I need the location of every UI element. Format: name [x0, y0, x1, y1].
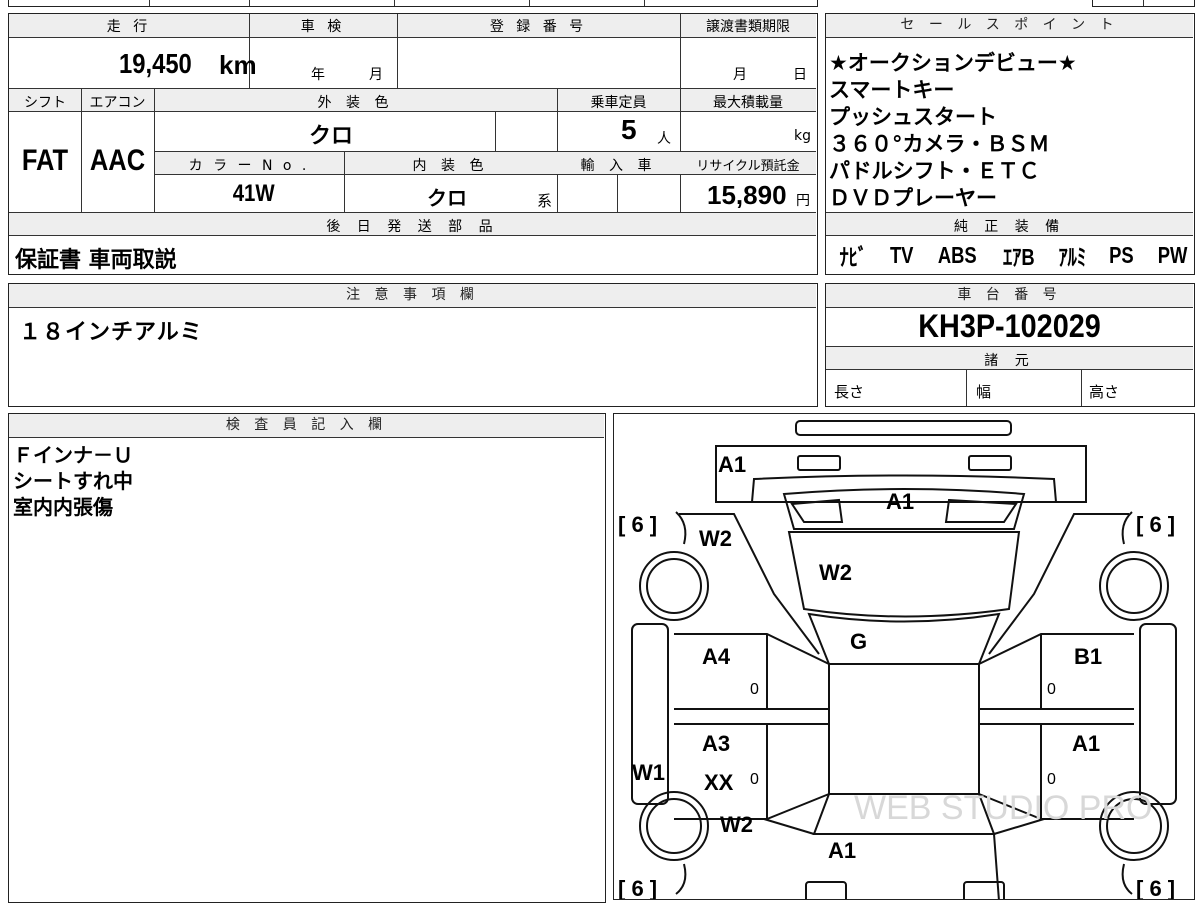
inspector-lines: Ｆインナ－Ｕ シートすれ中 室内内張傷	[13, 442, 133, 520]
maxload-unit: kg	[794, 128, 811, 144]
exterior-value: クロ	[309, 124, 354, 149]
recycle-label: リサイクル預託金	[696, 159, 800, 174]
label-front-bumper: A1	[718, 452, 746, 477]
equipment-item: PW	[1157, 241, 1188, 268]
label-hood: A1	[886, 489, 914, 514]
notes-text: １８インチアルミ	[19, 320, 203, 345]
spec-label: 諸 元	[984, 353, 1035, 369]
equipment-item: ABS	[938, 241, 978, 268]
label-rear-left-window: W2	[720, 812, 753, 837]
registration-label: 登 録 番 号	[489, 19, 588, 35]
sales-line: スマートキー	[829, 78, 955, 102]
door-mark: 0	[1047, 681, 1056, 698]
ac-label: エアコン	[89, 95, 146, 111]
color-no-value: 41W	[232, 180, 275, 207]
interior-suffix: 系	[537, 192, 553, 210]
door-mark: 0	[750, 681, 759, 698]
shift-value: FAT	[21, 144, 69, 177]
equipment-label: 純 正 装 備	[953, 219, 1066, 235]
shift-label: シフト	[24, 95, 66, 111]
tire-rear-right: [ 6 ]	[1136, 876, 1175, 900]
maxload-label: 最大積載量	[713, 95, 783, 111]
chassis-header: 車 台 番 号	[826, 284, 1193, 308]
recycle-unit: 円	[796, 193, 810, 209]
recycle-value: 15,890	[707, 180, 787, 210]
sales-line: ★オークションデビュー★	[829, 51, 1077, 75]
mileage-number: 19,450	[119, 48, 192, 79]
import-label: 輸 入 車	[580, 158, 657, 174]
label-roof: G	[850, 629, 867, 654]
specs-table: 走 行 車 検 登 録 番 号 譲渡書類期限 19,450 km 年 月 月 日…	[8, 13, 818, 275]
later-parts-value: 保証書 車両取説	[15, 248, 177, 273]
tire-rear-left: [ 6 ]	[618, 876, 657, 900]
label-rear-right-door: A1	[1072, 731, 1100, 756]
watermark-text: WEB STUDIO PRO	[854, 789, 1152, 827]
equipment-item: ｱﾙﾐ	[1058, 244, 1087, 270]
sales-line: ＤＶＤプレーヤー	[829, 186, 997, 210]
notes-header: 注 意 事 項 欄	[9, 284, 816, 308]
chassis-section: 車 台 番 号 KH3P-102029 諸 元 長さ 幅 高さ	[825, 283, 1195, 407]
top-strip-right	[1092, 0, 1195, 7]
label-rear-left-door: A3	[702, 731, 730, 756]
exterior-label: 外 装 色	[317, 95, 394, 111]
sales-header: セ ー ル ス ポ イ ン ト	[826, 14, 1193, 38]
label-front-left-door: A4	[702, 644, 731, 669]
ac-value: AAC	[89, 144, 146, 177]
equipment-item: PS	[1109, 241, 1135, 268]
later-parts-label: 後 日 発 送 部 品	[326, 219, 499, 235]
height-label: 高さ	[1089, 383, 1120, 401]
label-left-side-glass: W1	[632, 760, 665, 785]
label-windshield: W2	[819, 560, 852, 585]
capacity-value: 5	[621, 114, 637, 145]
sales-lines: ★オークションデビュー★ スマートキー プッシュスタート ３６０°カメラ・ＢＳＭ…	[829, 50, 1077, 212]
transfer-day: 日	[793, 67, 807, 83]
notes-section: 注 意 事 項 欄 １８インチアルミ	[8, 283, 818, 407]
transfer-label: 譲渡書類期限	[706, 19, 790, 35]
car-diagram: WEB STUDIO PRO A1 A1 W2 W2 G A4 A3 XX W1…	[618, 420, 1177, 900]
interior-value: クロ	[427, 186, 467, 210]
equipment-item: ﾅﾋﾞ	[839, 244, 868, 270]
label-front-left-window: W2	[699, 526, 732, 551]
equipment-item: ｴｱB	[1002, 244, 1035, 270]
inspection-year: 年	[311, 67, 325, 83]
top-strip	[8, 0, 818, 7]
door-mark: 0	[1047, 771, 1056, 788]
inspector-header: 検 査 員 記 入 欄	[9, 414, 604, 438]
sales-line: プッシュスタート	[829, 105, 997, 129]
damage-map: WEB STUDIO PRO A1 A1 W2 W2 G A4 A3 XX W1…	[613, 413, 1195, 900]
mileage-value: 19,450	[119, 48, 205, 80]
inspector-line: シートすれ中	[13, 469, 133, 493]
door-mark: 0	[750, 771, 759, 788]
transfer-month: 月	[733, 67, 747, 83]
tire-front-left: [ 6 ]	[618, 512, 657, 537]
mileage-unit: km	[219, 50, 257, 80]
width-label: 幅	[976, 383, 992, 401]
inspector-section: 検 査 員 記 入 欄 Ｆインナ－Ｕ シートすれ中 室内内張傷	[8, 413, 606, 903]
inspector-line: 室内内張傷	[13, 495, 113, 519]
sales-line: パドルシフト・ＥＴＣ	[829, 159, 1040, 183]
mileage-label: 走 行	[106, 19, 152, 35]
sales-points: セ ー ル ス ポ イ ン ト ★オークションデビュー★ スマートキー プッシュ…	[825, 13, 1195, 275]
equipment-item: TV	[890, 241, 914, 268]
capacity-label: 乗車定員	[590, 95, 647, 111]
tire-front-right: [ 6 ]	[1136, 512, 1175, 537]
length-label: 長さ	[834, 383, 865, 401]
equipment-list: ﾅﾋﾞ TV ABS ｴｱB ｱﾙﾐ PS PW	[836, 240, 1191, 271]
label-front-right-door: B1	[1074, 644, 1102, 669]
sales-line: ３６０°カメラ・ＢＳＭ	[829, 132, 1050, 156]
interior-label: 内 装 色	[412, 158, 489, 174]
label-rear-left-door-extra: XX	[704, 770, 734, 795]
inspector-line: Ｆインナ－Ｕ	[13, 443, 133, 467]
capacity-unit: 人	[657, 131, 671, 147]
chassis-number: KH3P-102029	[918, 308, 1101, 344]
inspection-label: 車 検	[300, 19, 346, 35]
label-trunk: A1	[828, 838, 856, 863]
inspection-month: 月	[369, 67, 383, 83]
color-no-label: カ ラ ー N o .	[188, 158, 310, 174]
